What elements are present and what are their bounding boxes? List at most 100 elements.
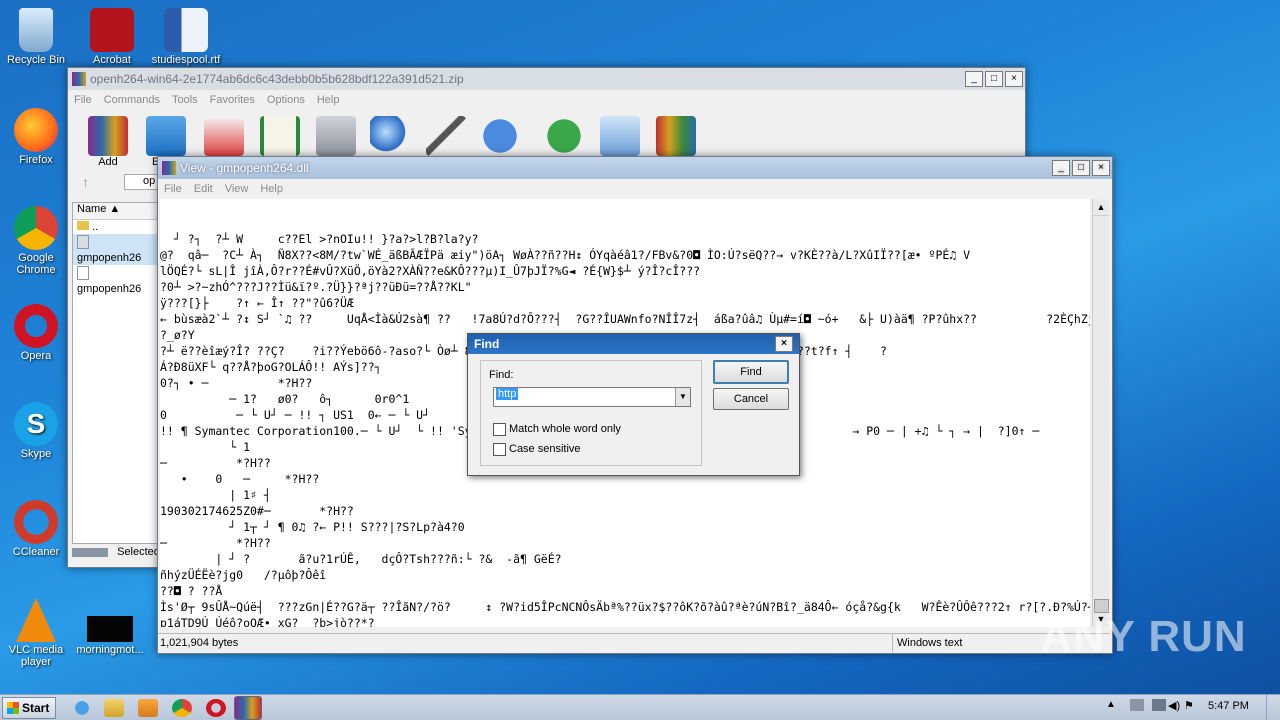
anyrun-watermark: ANY RUN bbox=[1040, 612, 1247, 661]
windows-logo-icon bbox=[7, 702, 19, 714]
desktop-icon-skype[interactable]: S Skype bbox=[0, 402, 72, 460]
desktop-icon-label: studiespool.rtf bbox=[151, 54, 221, 66]
scroll-up-arrow-icon[interactable]: ▲ bbox=[1093, 199, 1109, 216]
content-line: ← bùsæà2`┴ ?↕ S┘ `♫ ?? UqÅ<Ìà&Ú2sà¶ ?? !… bbox=[160, 312, 1090, 326]
cancel-button[interactable]: Cancel bbox=[713, 388, 789, 410]
menu-file[interactable]: File bbox=[68, 94, 98, 106]
desktop-icon-ccleaner[interactable]: CCleaner bbox=[0, 500, 72, 558]
archive-path-field[interactable]: op bbox=[124, 174, 160, 190]
find-input[interactable]: http ▼ bbox=[493, 387, 691, 407]
network-icon[interactable] bbox=[1152, 699, 1166, 711]
content-line: ÿ???[}├ ?↑ ← Î↑ ??"?û6?ÜÆ bbox=[160, 296, 354, 310]
maximize-button[interactable]: □ bbox=[985, 71, 1003, 87]
file-explorer-icon[interactable] bbox=[104, 699, 124, 717]
virus-scan-icon[interactable] bbox=[544, 116, 584, 156]
close-button[interactable]: × bbox=[775, 336, 793, 352]
column-header-name[interactable]: Name ▲ bbox=[73, 203, 159, 220]
winrar-address-bar: ↑ op bbox=[72, 172, 162, 194]
desktop-icon-label: Recycle Bin bbox=[6, 54, 66, 66]
find-group: Find: http ▼ Match whole word only Case … bbox=[480, 360, 702, 466]
media-player-icon[interactable] bbox=[138, 699, 158, 717]
viewer-titlebar[interactable]: View - gmpopenh264.dll _ □ × bbox=[158, 157, 1112, 179]
firefox-icon bbox=[14, 108, 58, 152]
skype-icon: S bbox=[14, 402, 58, 446]
opera-icon[interactable] bbox=[206, 699, 226, 717]
menu-options[interactable]: Options bbox=[261, 94, 311, 106]
recycle-bin-icon bbox=[19, 8, 53, 52]
close-button[interactable]: × bbox=[1092, 160, 1110, 176]
list-item[interactable]: gmpopenh26 bbox=[73, 265, 159, 296]
test-clipboard-icon[interactable] bbox=[204, 116, 244, 156]
vertical-scrollbar[interactable]: ▲ ▼ bbox=[1092, 199, 1109, 627]
case-sensitive-checkbox[interactable] bbox=[493, 443, 506, 456]
dll-file-icon bbox=[77, 235, 89, 249]
comment-icon[interactable] bbox=[600, 116, 640, 156]
acrobat-icon bbox=[90, 8, 134, 52]
drive-icon bbox=[72, 547, 108, 557]
extract-folder-icon[interactable] bbox=[146, 116, 186, 156]
find-button[interactable]: Find bbox=[713, 360, 789, 384]
system-tray: ▲ ◀) ⚑ bbox=[1106, 699, 1196, 717]
menu-favorites[interactable]: Favorites bbox=[204, 94, 261, 106]
start-button[interactable]: Start bbox=[2, 697, 56, 719]
viewer-menubar: File Edit View Help bbox=[158, 179, 1112, 199]
show-desktop-button[interactable] bbox=[1266, 695, 1279, 720]
minimize-button[interactable]: _ bbox=[1052, 160, 1070, 176]
desktop-icon-acrobat[interactable]: Acrobat bbox=[76, 8, 148, 66]
sfx-box-icon[interactable] bbox=[656, 116, 696, 156]
desktop-icon-vlc[interactable]: VLC media player bbox=[0, 598, 72, 668]
desktop-icon-opera[interactable]: Opera bbox=[0, 304, 72, 362]
close-button[interactable]: × bbox=[1005, 71, 1023, 87]
find-dialog: Find × Find: http ▼ Match whole word onl… bbox=[467, 333, 800, 476]
winrar-titlebar[interactable]: openh264-win64-2e1774ab6dc6c43debb0b5b62… bbox=[68, 68, 1025, 90]
dropdown-arrow-icon[interactable]: ▼ bbox=[675, 388, 690, 406]
menu-edit[interactable]: Edit bbox=[188, 183, 219, 195]
content-line: ┘ 1┬ ┘ ¶ 0♫ ?← P!! S???|?S?Lp?à4?0 bbox=[160, 520, 465, 534]
find-magnifier-icon[interactable] bbox=[370, 116, 410, 156]
menu-file[interactable]: File bbox=[158, 183, 188, 195]
desktop-icon-chrome[interactable]: Google Chrome bbox=[0, 206, 72, 276]
view-book-icon[interactable] bbox=[260, 116, 300, 156]
keyboard-icon[interactable] bbox=[1130, 699, 1144, 711]
content-line: 190302174625Z0#─ *?H?? bbox=[160, 504, 354, 518]
show-hidden-icons-icon[interactable]: ▲ bbox=[1106, 699, 1116, 710]
opera-icon bbox=[14, 304, 58, 348]
menu-help[interactable]: Help bbox=[254, 183, 289, 195]
desktop-icon-firefox[interactable]: Firefox bbox=[0, 108, 72, 166]
menu-commands[interactable]: Commands bbox=[98, 94, 166, 106]
desktop-icon-recycle-bin[interactable]: Recycle Bin bbox=[0, 8, 72, 66]
winrar-menubar: File Commands Tools Favorites Options He… bbox=[68, 90, 1025, 110]
taskbar: Start ▲ ◀) ⚑ 5:47 PM bbox=[0, 694, 1280, 720]
volume-icon[interactable]: ◀) bbox=[1168, 699, 1180, 712]
content-line: ┘ ?┐ ?┴ W c??El >?nOIu!! }?a?>l?B?la?y? bbox=[160, 232, 479, 246]
content-line: ??◘ ? ??Å bbox=[160, 584, 223, 598]
menu-help[interactable]: Help bbox=[311, 94, 346, 106]
info-icon[interactable] bbox=[480, 116, 520, 156]
maximize-button[interactable]: □ bbox=[1072, 160, 1090, 176]
clock[interactable]: 5:47 PM bbox=[1208, 700, 1249, 712]
add-button-label: Add bbox=[98, 156, 118, 168]
list-item[interactable]: .. bbox=[73, 220, 159, 234]
up-arrow-icon[interactable]: ↑ bbox=[82, 174, 89, 190]
add-archive-icon[interactable] bbox=[88, 116, 128, 156]
chrome-icon[interactable] bbox=[172, 699, 192, 717]
find-dialog-titlebar[interactable]: Find × bbox=[468, 334, 799, 354]
desktop-icon-studiespool[interactable]: studiespool.rtf bbox=[150, 8, 222, 66]
menu-view[interactable]: View bbox=[219, 183, 255, 195]
desktop-icon-morningmot[interactable]: morningmot... bbox=[74, 598, 146, 656]
wizard-wand-icon[interactable] bbox=[426, 116, 466, 156]
list-item[interactable]: gmpopenh26 bbox=[73, 234, 159, 265]
winrar-title: openh264-win64-2e1774ab6dc6c43debb0b5b62… bbox=[90, 72, 464, 86]
flag-icon[interactable]: ⚑ bbox=[1184, 699, 1194, 712]
folder-up-icon bbox=[77, 221, 89, 230]
viewer-app-icon bbox=[162, 161, 176, 175]
menu-tools[interactable]: Tools bbox=[166, 94, 204, 106]
winrar-taskbar-icon[interactable] bbox=[234, 696, 262, 720]
desktop-icon-label: Opera bbox=[20, 350, 52, 362]
match-whole-word-checkbox[interactable] bbox=[493, 423, 506, 436]
minimize-button[interactable]: _ bbox=[965, 71, 983, 87]
content-line: ─ *?H?? bbox=[160, 536, 271, 550]
desktop-icon-label: Acrobat bbox=[93, 54, 131, 66]
internet-explorer-icon[interactable] bbox=[72, 699, 92, 717]
delete-trash-icon[interactable] bbox=[316, 116, 356, 156]
